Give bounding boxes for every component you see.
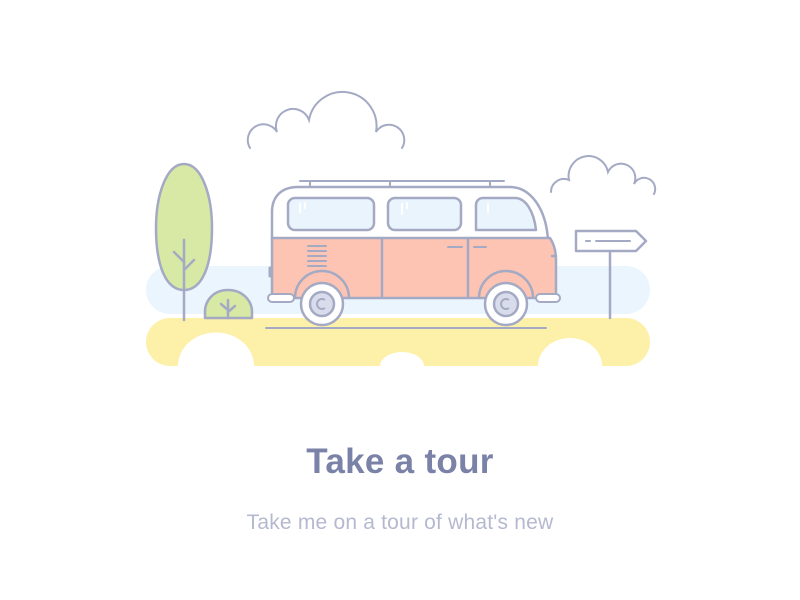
- ground: [146, 318, 650, 366]
- van-on-road-illustration: [146, 90, 657, 366]
- cloud-icon: [550, 155, 657, 195]
- cloud-icon: [246, 90, 406, 149]
- page-title: Take a tour: [306, 442, 494, 481]
- page-subtitle[interactable]: Take me on a tour of what's new: [0, 509, 800, 537]
